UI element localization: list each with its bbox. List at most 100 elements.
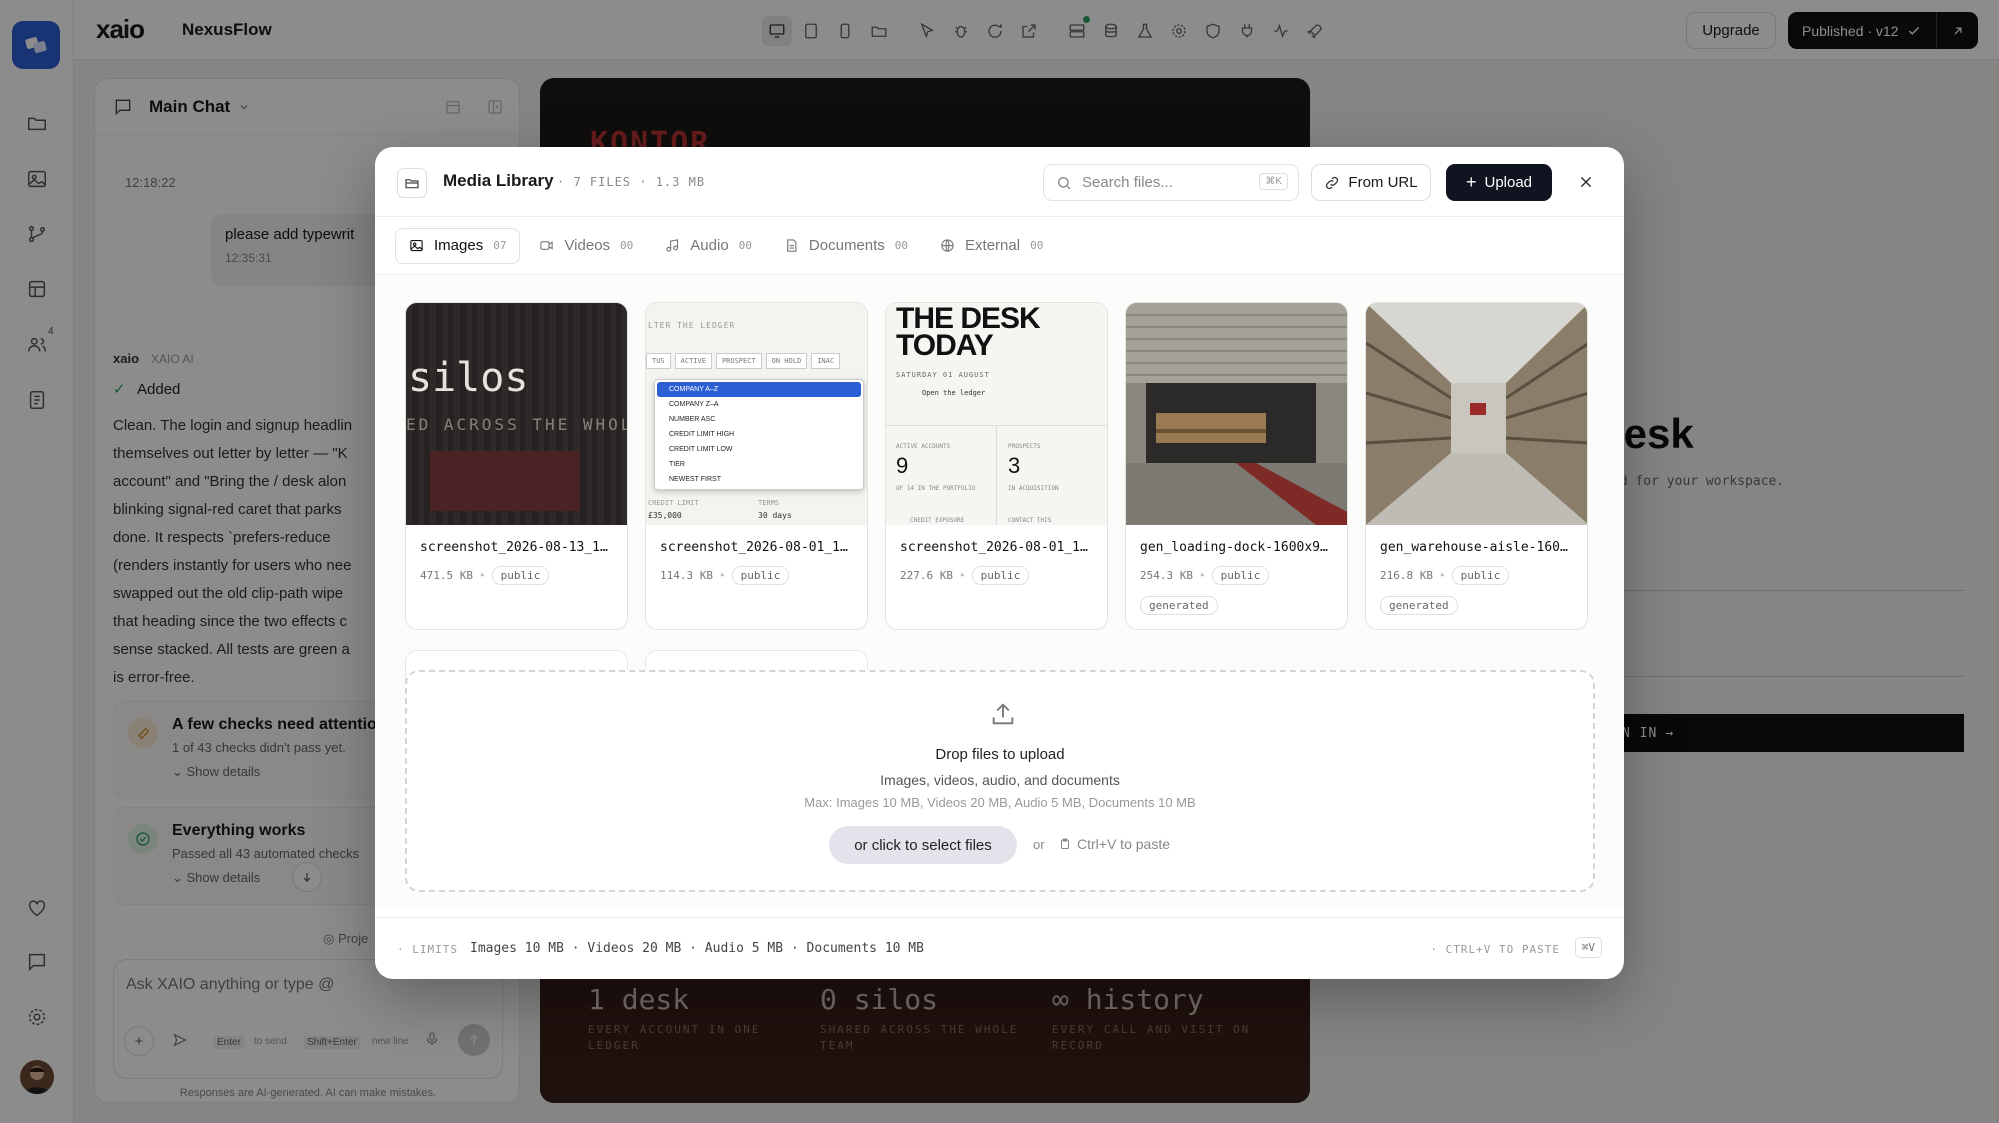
drop-zone[interactable]: Drop files to upload Images, videos, aud… [405, 670, 1595, 892]
tab-count: 00 [738, 239, 752, 252]
from-url-button[interactable]: From URL [1311, 164, 1431, 201]
thumbnail: silos ED ACROSS THE WHOL [406, 303, 628, 525]
separator-dot: • [718, 569, 726, 582]
tab-label: Videos [564, 237, 611, 254]
tab-external[interactable]: External 00 [927, 228, 1056, 264]
drop-limits: Max: Images 10 MB, Videos 20 MB, Audio 5… [804, 795, 1196, 810]
thumb-text: £35,000 [648, 511, 682, 520]
media-tabs: Images 07 Videos 00 Audio 00 Documents 00 Extern… [375, 217, 1624, 275]
thumb-menu-item: TIER [669, 461, 685, 468]
visibility-badge: public [491, 566, 550, 585]
media-tile[interactable]: LTER THE LEDGER TUS ACTIVE PROSPECT ON HOLD… [645, 302, 868, 630]
upload-icon [989, 700, 1017, 728]
thumb-text: Open the ledger [922, 389, 986, 397]
file-name: screenshot_2026-08-01_1… [660, 540, 848, 555]
tab-count: 00 [1030, 239, 1044, 252]
thumb-menu-item: COMPANY Z–A [669, 401, 719, 408]
thumb-chip: INAC [811, 353, 841, 369]
folder-open-icon [397, 168, 427, 198]
thumb-text: THE DESK TODAY [896, 303, 1041, 362]
modal-meta: · 7 FILES · 1.3 MB [557, 175, 706, 189]
thumbnail: THE DESK TODAY SATURDAY 01 AUGUST Open t… [886, 303, 1107, 525]
search-shortcut: ⌘K [1259, 173, 1288, 190]
thumb-text: 30 days [758, 511, 792, 520]
generated-badge: generated [1380, 596, 1458, 615]
tab-label: Documents [808, 237, 885, 254]
file-size: 114.3 KB [660, 569, 713, 582]
thumbnail [1126, 303, 1347, 525]
tab-videos[interactable]: Videos 00 [526, 228, 646, 264]
file-meta: 114.3 KB • public [660, 566, 790, 585]
file-meta: 216.8 KB • public [1380, 566, 1510, 585]
thumb-menu-item: COMPANY A–Z [657, 382, 861, 397]
media-tile[interactable]: gen_warehouse-aisle-160… 216.8 KB • public g… [1365, 302, 1588, 630]
music-icon [665, 238, 680, 253]
image-icon [409, 238, 424, 253]
visibility-badge: public [1211, 566, 1270, 585]
thumb-text: SATURDAY 01 AUGUST [896, 371, 990, 379]
thumb-text: TERMS [758, 499, 780, 507]
close-icon[interactable] [1571, 167, 1601, 197]
select-files-button[interactable]: or click to select files [829, 826, 1017, 864]
separator-dot: • [1438, 569, 1446, 582]
thumb-text: silos [408, 355, 529, 401]
tab-count: 00 [894, 239, 909, 252]
or-label: or [1033, 837, 1045, 852]
thumb-chip: PROSPECT [715, 353, 762, 369]
file-size: 216.8 KB [1380, 569, 1433, 582]
clipboard-icon [1059, 837, 1071, 851]
paste-label: Ctrl+V to paste [1077, 836, 1170, 852]
upload-button[interactable]: + Upload [1446, 164, 1552, 201]
visibility-badge: public [1451, 566, 1510, 585]
paste-hint[interactable]: Ctrl+V to paste [1059, 836, 1170, 852]
media-grid: silos ED ACROSS THE WHOL screenshot_2026… [375, 275, 1624, 909]
separator-dot: • [478, 569, 486, 582]
limits-values: Images 10 MB · Videos 20 MB · Audio 5 MB… [470, 941, 924, 956]
thumb-menu-item: NEWEST FIRST [669, 476, 721, 483]
media-library-modal: Media Library · 7 FILES · 1.3 MB ⌘K From… [375, 147, 1624, 979]
modal-header: Media Library · 7 FILES · 1.3 MB ⌘K From… [375, 147, 1624, 217]
search-box: ⌘K [1043, 164, 1299, 201]
thumb-chip: ACTIVE [674, 353, 712, 369]
visibility-badge: public [971, 566, 1030, 585]
tab-images[interactable]: Images 07 [395, 227, 521, 264]
file-size: 254.3 KB [1140, 569, 1193, 582]
media-tile[interactable]: silos ED ACROSS THE WHOL screenshot_2026… [405, 302, 628, 630]
tab-count: 00 [620, 239, 634, 252]
thumb-text: ED ACROSS THE WHOL [406, 415, 628, 434]
search-input[interactable] [1082, 174, 1252, 191]
file-name: screenshot_2026-08-13_1… [420, 540, 608, 555]
thumb-text: CONTACT THIS [1008, 517, 1052, 524]
generated-badge: generated [1140, 596, 1218, 615]
tab-label: Images [434, 237, 484, 254]
upload-label: Upload [1484, 174, 1533, 191]
search-icon [1056, 175, 1072, 191]
tab-label: Audio [690, 237, 729, 254]
tab-label: External [965, 237, 1021, 254]
file-meta: 254.3 KB • public [1140, 566, 1270, 585]
thumb-text: LTER THE LEDGER [648, 321, 736, 330]
limits-label: · LIMITS [397, 943, 458, 956]
thumbnail: LTER THE LEDGER TUS ACTIVE PROSPECT ON HOLD… [646, 303, 867, 525]
thumbnail [1366, 303, 1587, 525]
video-icon [539, 238, 554, 253]
thumb-chip: TUS [646, 353, 671, 369]
thumb-menu-item: CREDIT LIMIT HIGH [669, 431, 735, 438]
modal-title: Media Library [443, 171, 554, 190]
thumb-text: ACTIVE ACCOUNTS [896, 443, 951, 450]
tab-audio[interactable]: Audio 00 [652, 228, 765, 264]
globe-icon [940, 238, 955, 253]
tab-count: 07 [493, 239, 507, 252]
file-name: gen_loading-dock-1600x9… [1140, 540, 1328, 555]
file-meta: 227.6 KB • public [900, 566, 1030, 585]
tab-documents[interactable]: Documents 00 [771, 228, 921, 264]
file-size: 227.6 KB [900, 569, 953, 582]
paste-shortcut-label: · CTRL+V TO PASTE [1430, 943, 1560, 956]
media-tile[interactable]: gen_loading-dock-1600x9… 254.3 KB • public g… [1125, 302, 1348, 630]
file-size: 471.5 KB [420, 569, 473, 582]
visibility-badge: public [731, 566, 790, 585]
modal-footer: · LIMITS Images 10 MB · Videos 20 MB · A… [375, 917, 1624, 979]
file-name: gen_warehouse-aisle-160… [1380, 540, 1568, 555]
media-tile[interactable]: THE DESK TODAY SATURDAY 01 AUGUST Open t… [885, 302, 1108, 630]
link-icon [1324, 175, 1340, 191]
